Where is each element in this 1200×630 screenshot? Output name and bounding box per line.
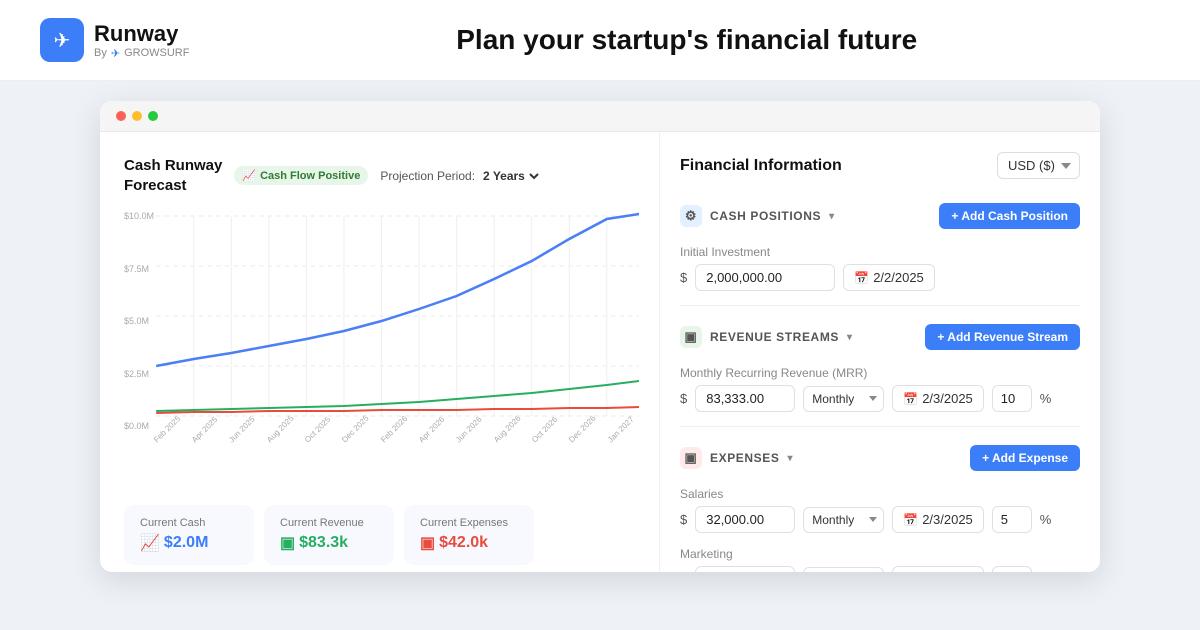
window-maximize-dot[interactable]	[148, 111, 158, 121]
window-close-dot[interactable]	[116, 111, 126, 121]
bottom-stats: Current Cash 📈 $2.0M Current Revenue ▣ $…	[124, 505, 639, 565]
expenses-icon: ▣	[680, 447, 702, 469]
add-cash-position-button[interactable]: + Add Cash Position	[939, 203, 1080, 229]
salaries-date: 📅 2/3/2025	[892, 506, 984, 533]
calendar-icon: 📅	[854, 271, 869, 285]
marketing-date: 📅 2/3/2025	[892, 566, 984, 572]
logo-box: ✈	[40, 18, 84, 62]
marketing-amount-input[interactable]	[695, 566, 795, 572]
growsurf-icon: ✈	[111, 47, 120, 60]
right-panel: Financial Information USD ($) EUR (€) GB…	[660, 132, 1100, 572]
salaries-growth-input[interactable]	[992, 506, 1032, 533]
salaries-row: $ Monthly Annual 📅 2/3/2025 %	[680, 506, 1080, 533]
marketing-frequency-select[interactable]: Monthly Annual	[803, 567, 884, 573]
mrr-amount-input[interactable]	[695, 385, 795, 412]
current-cash-label: Current Cash	[140, 517, 238, 529]
revenue-streams-icon: ▣	[680, 326, 702, 348]
cash-positions-icon: ⚙	[680, 205, 702, 227]
brand-text: Runway By ✈ GROWSURF	[94, 21, 189, 60]
current-cash-value: 📈 $2.0M	[140, 533, 238, 553]
brand-name: Runway	[94, 21, 189, 47]
expenses-icon: ▣	[420, 533, 435, 553]
brand-sub: By ✈ GROWSURF	[94, 47, 189, 60]
initial-investment-date: 📅 2/2/2025	[843, 264, 935, 291]
marketing-growth-input[interactable]	[992, 566, 1032, 572]
mrr-row: $ Monthly Annual Weekly 📅 2/3/2025 %	[680, 385, 1080, 412]
salaries-group: Salaries $ Monthly Annual 📅 2/3/2025	[680, 487, 1080, 533]
projection-period: Projection Period: 2 Years 1 Year 3 Year…	[380, 168, 542, 184]
financial-header: Financial Information USD ($) EUR (€) GB…	[680, 152, 1080, 179]
expenses-section-header: ▣ EXPENSES ▾ + Add Expense	[680, 437, 1080, 479]
cash-positions-chevron[interactable]: ▾	[829, 211, 835, 222]
initial-investment-row: $ 📅 2/2/2025	[680, 264, 1080, 291]
mrr-dollar: $	[680, 391, 687, 406]
marketing-row: $ Monthly Annual 📅 2/3/2025 %	[680, 566, 1080, 572]
add-expense-button[interactable]: + Add Expense	[970, 445, 1080, 471]
inner-layout: Cash RunwayForecast 📈 Cash Flow Positive…	[100, 132, 1100, 572]
mrr-label: Monthly Recurring Revenue (MRR)	[680, 366, 1080, 380]
trend-icon: 📈	[242, 169, 256, 182]
browser-window: Cash RunwayForecast 📈 Cash Flow Positive…	[100, 101, 1100, 572]
current-expenses-label: Current Expenses	[420, 517, 518, 529]
header-tagline: Plan your startup's financial future	[213, 24, 1160, 56]
current-revenue-label: Current Revenue	[280, 517, 378, 529]
mrr-date: 📅 2/3/2025	[892, 385, 984, 412]
projection-period-select[interactable]: 2 Years 1 Year 3 Years	[479, 168, 542, 184]
initial-investment-group: Initial Investment $ 📅 2/2/2025	[680, 245, 1080, 291]
runway-logo-icon: ✈	[54, 28, 71, 53]
chart-header: Cash RunwayForecast 📈 Cash Flow Positive…	[124, 156, 639, 195]
marketing-group: Marketing $ Monthly Annual 📅 2/3/2025	[680, 547, 1080, 572]
salaries-amount-input[interactable]	[695, 506, 795, 533]
chart-container: $10.0M $7.5M $5.0M $2.5M $0.0M	[124, 211, 639, 497]
x-axis-labels: Feb 2025 Apr 2025 Jun 2025 Aug 2025 Oct …	[124, 438, 639, 447]
window-minimize-dot[interactable]	[132, 111, 142, 121]
current-revenue-value: ▣ $83.3k	[280, 533, 378, 553]
revenue-streams-section-header: ▣ REVENUE STREAMS ▾ + Add Revenue Stream	[680, 316, 1080, 358]
revenue-icon: ▣	[280, 533, 295, 553]
revenue-streams-label: ▣ REVENUE STREAMS ▾	[680, 326, 853, 348]
expenses-chevron[interactable]: ▾	[788, 453, 794, 464]
cash-flow-positive-badge: 📈 Cash Flow Positive	[234, 166, 368, 185]
browser-bar	[100, 101, 1100, 132]
expenses-label: ▣ EXPENSES ▾	[680, 447, 793, 469]
mrr-growth-input[interactable]	[992, 385, 1032, 412]
cash-icon: 📈	[140, 533, 160, 553]
divider-2	[680, 426, 1080, 427]
mrr-percent-symbol: %	[1040, 391, 1052, 406]
marketing-label: Marketing	[680, 547, 1080, 561]
currency-select[interactable]: USD ($) EUR (€) GBP (£)	[997, 152, 1080, 179]
stat-card-expenses: Current Expenses ▣ $42.0k	[404, 505, 534, 565]
revenue-streams-chevron[interactable]: ▾	[847, 332, 853, 343]
top-header: ✈ Runway By ✈ GROWSURF Plan your startup…	[0, 0, 1200, 81]
salaries-calendar-icon: 📅	[903, 513, 918, 527]
salaries-dollar: $	[680, 512, 687, 527]
stat-card-cash: Current Cash 📈 $2.0M	[124, 505, 254, 565]
financial-title: Financial Information	[680, 157, 842, 175]
divider-1	[680, 305, 1080, 306]
main-area: Cash RunwayForecast 📈 Cash Flow Positive…	[0, 81, 1200, 621]
current-expenses-value: ▣ $42.0k	[420, 533, 518, 553]
mrr-frequency-select[interactable]: Monthly Annual Weekly	[803, 386, 884, 412]
left-panel: Cash RunwayForecast 📈 Cash Flow Positive…	[100, 132, 660, 572]
dollar-sign: $	[680, 270, 687, 285]
add-revenue-stream-button[interactable]: + Add Revenue Stream	[925, 324, 1080, 350]
initial-investment-label: Initial Investment	[680, 245, 1080, 259]
cash-positions-section-header: ⚙ CASH POSITIONS ▾ + Add Cash Position	[680, 195, 1080, 237]
salaries-percent-symbol: %	[1040, 512, 1052, 527]
mrr-group: Monthly Recurring Revenue (MRR) $ Monthl…	[680, 366, 1080, 412]
mrr-calendar-icon: 📅	[903, 392, 918, 406]
stat-card-revenue: Current Revenue ▣ $83.3k	[264, 505, 394, 565]
salaries-frequency-select[interactable]: Monthly Annual	[803, 507, 884, 533]
cash-positions-label: ⚙ CASH POSITIONS ▾	[680, 205, 835, 227]
salaries-label: Salaries	[680, 487, 1080, 501]
initial-investment-input[interactable]	[695, 264, 835, 291]
y-axis-labels: $10.0M $7.5M $5.0M $2.5M $0.0M	[124, 211, 154, 431]
chart-svg	[124, 211, 639, 431]
chart-title: Cash RunwayForecast	[124, 156, 222, 195]
